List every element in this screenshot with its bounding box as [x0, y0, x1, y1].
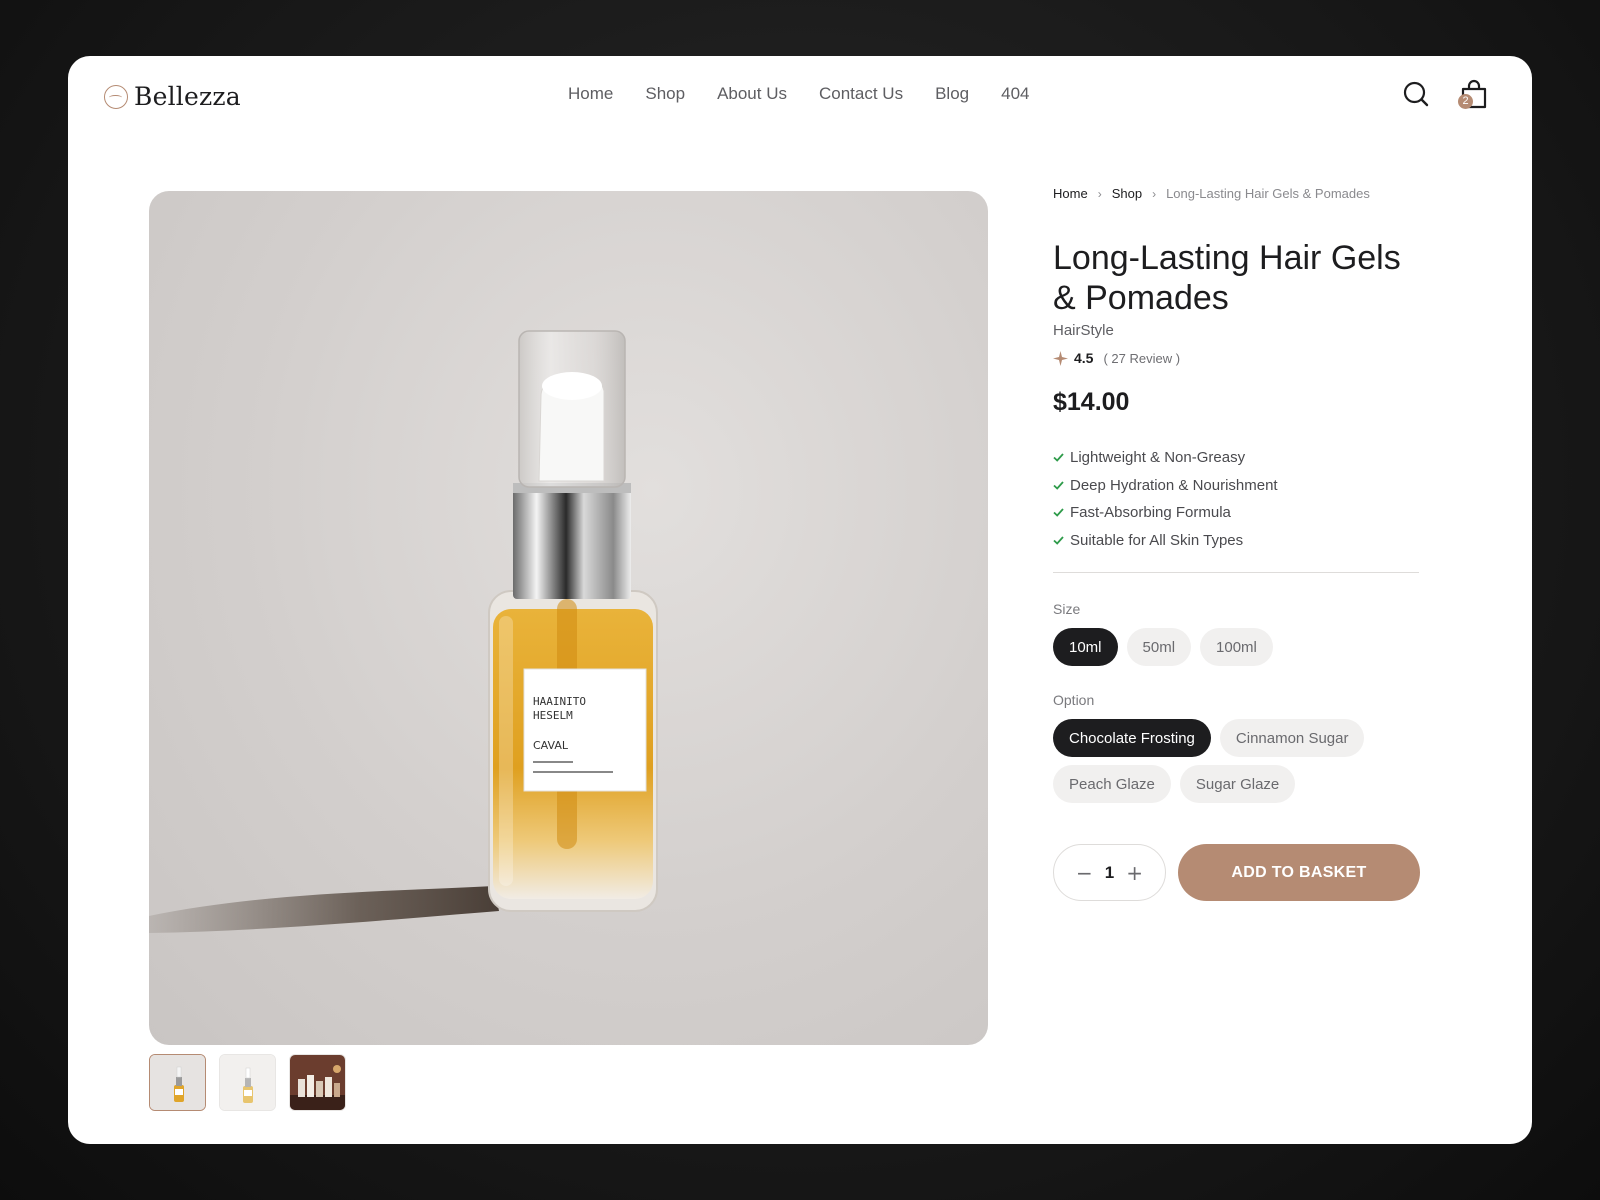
main-nav: Home Shop About Us Contact Us Blog 404: [568, 84, 1030, 104]
check-icon: [1053, 453, 1064, 463]
feature-item: Deep Hydration & Nourishment: [1053, 472, 1278, 500]
quantity-increase-button[interactable]: +: [1126, 861, 1143, 885]
breadcrumb-current: Long-Lasting Hair Gels & Pomades: [1166, 186, 1370, 201]
size-option-100ml[interactable]: 100ml: [1200, 628, 1273, 666]
nav-home[interactable]: Home: [568, 84, 613, 104]
bottle-label-line2: HESELM: [533, 709, 573, 722]
product-main-image[interactable]: HAAINITO HESELM CAVAL: [149, 191, 988, 1045]
product-price: $14.00: [1053, 388, 1130, 416]
option-chocolate-frosting[interactable]: Chocolate Frosting: [1053, 719, 1211, 757]
check-icon: [1053, 508, 1064, 518]
cart-count-badge: 2: [1458, 94, 1473, 109]
nav-shop[interactable]: Shop: [645, 84, 685, 104]
feature-text: Fast-Absorbing Formula: [1070, 504, 1231, 522]
feature-text: Suitable for All Skin Types: [1070, 531, 1244, 549]
brand-logo[interactable]: Bellezza: [104, 82, 241, 111]
size-option-50ml[interactable]: 50ml: [1126, 628, 1192, 666]
divider: [1053, 572, 1419, 573]
size-label: Size: [1053, 601, 1081, 617]
product-rating: 4.5 ( 27 Review ): [1053, 350, 1180, 366]
thumbnail-bottle-white-image: [220, 1055, 275, 1110]
thumbnail-product-set-image: [290, 1055, 345, 1110]
option-label: Option: [1053, 692, 1095, 708]
thumbnail-3[interactable]: [289, 1054, 346, 1111]
check-icon: [1053, 536, 1064, 545]
quantity-decrease-button[interactable]: −: [1076, 861, 1093, 885]
product-category[interactable]: HairStyle: [1053, 322, 1114, 339]
chevron-right-icon: ›: [1152, 186, 1157, 201]
feature-item: Fast-Absorbing Formula: [1053, 499, 1278, 527]
brand-name: Bellezza: [134, 82, 241, 111]
thumbnail-strip: [149, 1054, 346, 1111]
thumbnail-1[interactable]: [149, 1054, 206, 1111]
feature-text: Deep Hydration & Nourishment: [1070, 476, 1278, 494]
product-title: Long-Lasting Hair Gels & Pomades: [1053, 239, 1401, 317]
chevron-right-icon: ›: [1097, 186, 1102, 201]
option-cinnamon-sugar[interactable]: Cinnamon Sugar: [1219, 719, 1365, 757]
size-options: 10ml 50ml 100ml: [1053, 628, 1273, 666]
option-sugar-glaze[interactable]: Sugar Glaze: [1179, 765, 1296, 803]
bottle-label-line1: HAAINITO: [533, 695, 586, 708]
logo-mark-icon: [104, 84, 128, 109]
feature-item: Lightweight & Non-Greasy: [1053, 444, 1278, 472]
breadcrumb-home[interactable]: Home: [1053, 186, 1088, 201]
product-bottle-image: HAAINITO HESELM CAVAL: [149, 330, 658, 933]
nav-contact-us[interactable]: Contact Us: [819, 84, 903, 104]
nav-blog[interactable]: Blog: [935, 84, 969, 104]
search-icon: [1403, 81, 1429, 107]
feature-item: Suitable for All Skin Types: [1053, 527, 1278, 555]
flavor-options-row-2: Peach Glaze Sugar Glaze: [1053, 765, 1296, 803]
star-icon: [1053, 350, 1068, 366]
breadcrumb: Home › Shop › Long-Lasting Hair Gels & P…: [1053, 186, 1370, 201]
add-to-basket-button[interactable]: ADD TO BASKET: [1178, 844, 1420, 901]
option-peach-glaze[interactable]: Peach Glaze: [1053, 765, 1171, 803]
nav-404[interactable]: 404: [1001, 84, 1029, 104]
cart-button[interactable]: 2: [1456, 78, 1490, 112]
flavor-options-row-1: Chocolate Frosting Cinnamon Sugar: [1053, 719, 1365, 757]
nav-about-us[interactable]: About Us: [717, 84, 787, 104]
search-button[interactable]: [1402, 80, 1430, 108]
thumbnail-bottle-image: [150, 1055, 205, 1110]
check-icon: [1053, 481, 1064, 490]
quantity-value[interactable]: 1: [1105, 863, 1114, 883]
feature-text: Lightweight & Non-Greasy: [1070, 449, 1246, 467]
product-page: Bellezza Home Shop About Us Contact Us B…: [68, 56, 1532, 1144]
quantity-stepper: − 1 +: [1053, 844, 1166, 901]
breadcrumb-shop[interactable]: Shop: [1112, 186, 1142, 201]
thumbnail-2[interactable]: [219, 1054, 276, 1111]
bottle-label-line3: CAVAL: [533, 739, 569, 752]
review-count[interactable]: ( 27 Review ): [1103, 351, 1180, 366]
rating-value: 4.5: [1074, 350, 1094, 366]
feature-list: Lightweight & Non-Greasy Deep Hydration …: [1053, 444, 1278, 554]
size-option-10ml[interactable]: 10ml: [1053, 628, 1118, 666]
